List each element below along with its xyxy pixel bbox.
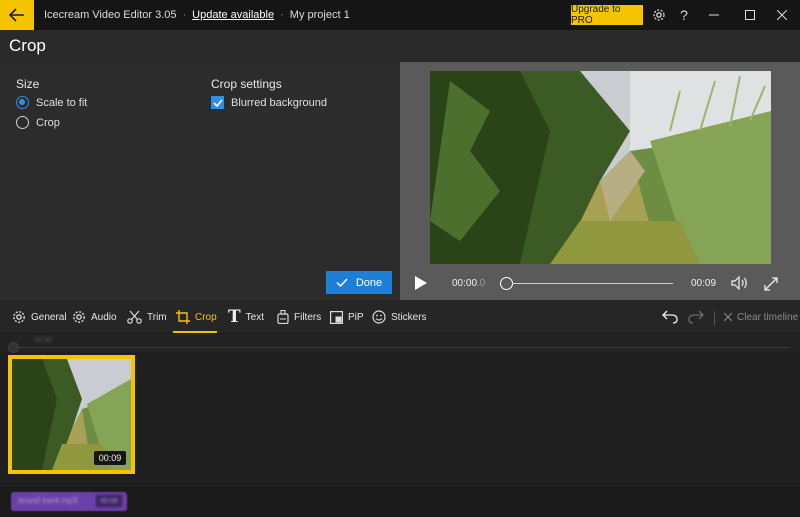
title-separator: · <box>182 9 187 21</box>
tab-label: Crop <box>195 311 217 323</box>
seek-handle[interactable] <box>500 277 513 290</box>
tab-label: Stickers <box>391 311 427 323</box>
fullscreen-button[interactable] <box>764 277 778 296</box>
video-frame <box>430 71 771 264</box>
audio-clip-name: sound track.mp3 <box>18 496 78 505</box>
duration: 00:09 <box>691 278 717 289</box>
tab-text[interactable]: T Text <box>228 300 264 334</box>
done-label: Done <box>355 276 383 289</box>
current-time-main: 00:00 <box>452 278 478 289</box>
help-button[interactable]: ? <box>677 0 691 30</box>
tab-trim[interactable]: Trim <box>127 300 167 334</box>
ruler-time-label: 00:00 <box>34 337 52 344</box>
app-title: Icecream Video Editor 3.05 <box>44 9 177 21</box>
settings-button[interactable] <box>650 0 668 30</box>
crop-option-label[interactable]: Crop <box>36 117 60 129</box>
tab-pip[interactable]: PiP <box>330 300 364 334</box>
blurred-background-label[interactable]: Blurred background <box>231 97 327 109</box>
play-icon <box>415 276 427 290</box>
text-icon: T <box>228 307 241 327</box>
scale-to-fit-radio[interactable] <box>16 96 29 109</box>
speaker-icon <box>731 275 747 291</box>
toolbar-divider <box>714 311 715 325</box>
redo-button[interactable] <box>688 310 704 329</box>
update-available-link[interactable]: Update available <box>192 9 274 21</box>
checkmark-icon <box>336 278 348 287</box>
scissors-icon <box>127 310 142 324</box>
tab-label: Trim <box>147 311 167 323</box>
question-icon: ? <box>680 7 688 23</box>
smiley-icon <box>372 310 386 324</box>
maximize-icon <box>745 10 755 20</box>
pip-icon <box>330 310 343 324</box>
project-name: My project 1 <box>289 9 350 21</box>
crop-icon <box>176 310 190 324</box>
expand-icon <box>764 277 778 291</box>
back-button[interactable] <box>0 0 34 30</box>
blurred-background-checkbox[interactable] <box>211 96 224 109</box>
title-separator: · <box>280 9 284 21</box>
crop-radio[interactable] <box>16 116 29 129</box>
arrow-left-icon <box>9 8 24 22</box>
seek-bar[interactable] <box>506 283 673 284</box>
tab-general[interactable]: General <box>12 300 67 334</box>
tab-crop[interactable]: Crop <box>176 300 217 334</box>
size-label: Size <box>16 77 40 91</box>
clear-timeline-button[interactable]: Clear timeline <box>724 300 798 334</box>
volume-button[interactable] <box>731 275 749 295</box>
current-time-fraction: .0 <box>477 278 486 289</box>
maximize-button[interactable] <box>736 0 764 30</box>
close-icon <box>777 10 787 20</box>
gear-icon <box>73 311 85 323</box>
undo-button[interactable] <box>662 310 678 329</box>
tab-filters[interactable]: Filters <box>277 300 321 334</box>
close-button[interactable] <box>768 0 796 30</box>
timeline-ruler-track[interactable] <box>14 347 790 348</box>
redo-icon <box>688 310 704 324</box>
active-tab-indicator <box>173 331 217 333</box>
minimize-icon <box>709 14 719 16</box>
page-title: Crop <box>9 36 46 55</box>
tab-label: Filters <box>294 311 322 323</box>
tab-label: Audio <box>91 311 117 323</box>
timeline-ruler <box>0 334 800 352</box>
filters-icon <box>277 310 289 324</box>
gear-icon <box>13 311 25 323</box>
tab-label: General <box>31 311 67 323</box>
tab-stickers[interactable]: Stickers <box>372 300 427 334</box>
timeline-playhead[interactable] <box>8 342 19 353</box>
page-header: Crop <box>0 30 800 62</box>
close-icon <box>724 313 732 321</box>
audio-clip-duration: 00:09 <box>96 495 122 507</box>
checkmark-icon <box>212 98 223 107</box>
done-button[interactable]: Done <box>326 271 392 294</box>
gear-icon <box>653 9 665 21</box>
tab-label: PiP <box>348 311 364 323</box>
clip-duration-badge: 00:09 <box>94 451 126 465</box>
scale-to-fit-label[interactable]: Scale to fit <box>36 97 87 109</box>
play-button[interactable] <box>414 275 428 296</box>
tab-audio[interactable]: Audio <box>72 300 117 334</box>
video-thumbnail <box>430 71 771 264</box>
undo-icon <box>662 310 678 324</box>
tab-label: Text <box>245 311 264 323</box>
crop-settings-label: Crop settings <box>211 77 282 91</box>
current-time: 00:00.0 <box>452 278 485 289</box>
clear-timeline-label: Clear timeline <box>737 311 799 323</box>
upgrade-to-pro-button[interactable]: Upgrade to PRO <box>571 4 643 26</box>
minimize-button[interactable] <box>700 0 728 30</box>
